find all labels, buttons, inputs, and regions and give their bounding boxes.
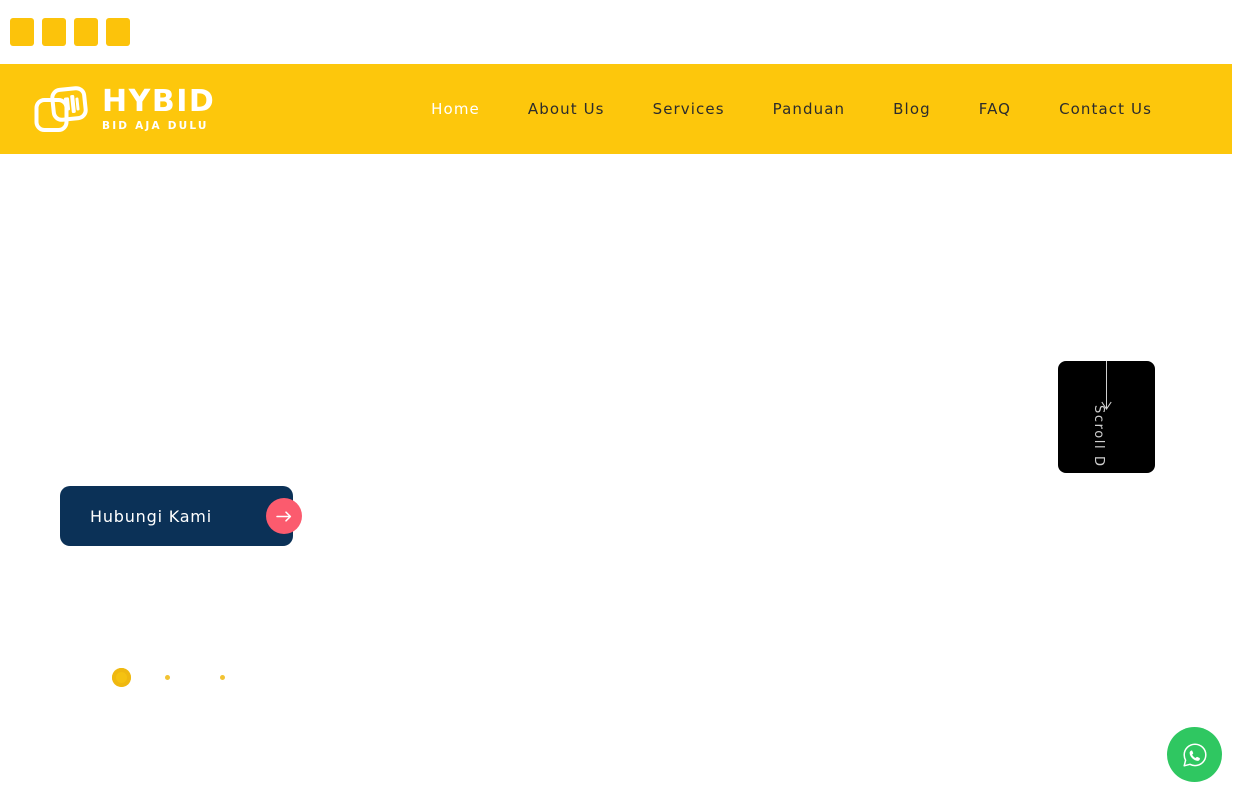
nav-item-contact-us[interactable]: Contact Us — [1035, 94, 1176, 124]
brand-tagline: BID AJA DULU — [102, 121, 215, 132]
carousel-dot-1[interactable] — [112, 668, 131, 687]
placeholder-block — [106, 18, 130, 46]
placeholder-block — [74, 18, 98, 46]
brand-name: HYBID — [102, 87, 215, 117]
nav-item-blog[interactable]: Blog — [869, 94, 955, 124]
main-navigation: Home About Us Services Panduan Blog FAQ … — [407, 94, 1176, 124]
nav-item-faq[interactable]: FAQ — [955, 94, 1035, 124]
whatsapp-float-button[interactable] — [1167, 727, 1222, 782]
top-placeholder-bar — [0, 0, 1240, 64]
carousel-dot-3[interactable] — [220, 675, 225, 680]
placeholder-block — [42, 18, 66, 46]
nav-item-about-us[interactable]: About Us — [504, 94, 629, 124]
hero-section: Hubungi Kami Scroll D — [0, 154, 1240, 800]
whatsapp-icon — [1180, 740, 1210, 770]
carousel-dot-2[interactable] — [165, 675, 170, 680]
nav-item-home[interactable]: Home — [407, 94, 504, 124]
hubungi-kami-label: Hubungi Kami — [90, 507, 212, 526]
carousel-dots — [112, 668, 241, 687]
placeholder-row — [0, 18, 130, 46]
scroll-down-label: Scroll D — [1091, 405, 1106, 468]
brand-wordmark: HYBID BID AJA DULU — [102, 87, 215, 132]
nav-item-panduan[interactable]: Panduan — [749, 94, 870, 124]
nav-item-services[interactable]: Services — [629, 94, 749, 124]
placeholder-block — [10, 18, 34, 46]
hybid-auction-logo-icon — [34, 84, 88, 134]
site-header: HYBID BID AJA DULU Home About Us Service… — [0, 64, 1232, 154]
brand-logo[interactable]: HYBID BID AJA DULU — [34, 84, 215, 134]
scroll-down-indicator[interactable]: Scroll D — [1058, 361, 1155, 473]
arrow-right-icon[interactable] — [266, 498, 302, 534]
hubungi-kami-button[interactable]: Hubungi Kami — [60, 486, 293, 546]
